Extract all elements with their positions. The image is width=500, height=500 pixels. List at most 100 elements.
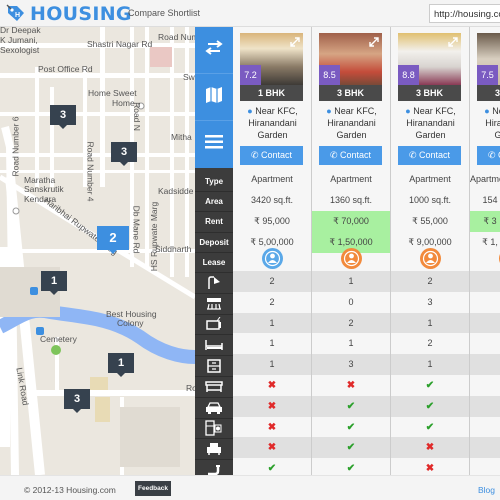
rating-badge: 8.8 bbox=[398, 65, 419, 86]
sofa-icon bbox=[195, 377, 233, 398]
listing-location[interactable]: ● Near KFC, Hiranandani Garden bbox=[472, 105, 500, 141]
menu-button[interactable] bbox=[195, 121, 233, 168]
phone-icon: ✆ bbox=[329, 150, 338, 160]
listing-photo[interactable]: 8.8 3 BHK bbox=[398, 33, 461, 101]
swap-icon bbox=[204, 39, 224, 61]
map-label: Sexologist bbox=[0, 45, 40, 55]
contact-button[interactable]: ✆ Contact bbox=[240, 146, 303, 165]
map-view[interactable]: Dr Deepak K Jumani, Sexologist Shastri N… bbox=[0, 27, 195, 475]
chair-icon bbox=[195, 439, 233, 461]
amenity-count: 1 bbox=[233, 333, 311, 355]
check-icon: ✔ bbox=[346, 442, 356, 454]
rent-value: ₹ 3 bbox=[470, 211, 500, 232]
compare-sidebar: Type Area Rent Deposit Lease bbox=[195, 27, 233, 481]
menu-icon bbox=[205, 135, 223, 154]
map-label: HS Rupwate Marg bbox=[149, 201, 160, 272]
listing-photo[interactable]: 7.2 1 BHK bbox=[240, 33, 303, 101]
amenity-count: 2 bbox=[391, 271, 469, 292]
check-icon: ✔ bbox=[346, 400, 356, 412]
map-marker[interactable]: 1 bbox=[41, 271, 67, 295]
contact-label: Contact bbox=[419, 150, 451, 160]
housing-logo[interactable]: H HOUSING bbox=[6, 3, 132, 25]
map-label: Colony bbox=[117, 318, 144, 328]
map-marker[interactable]: 3 bbox=[64, 389, 90, 413]
rating-badge: 8.5 bbox=[319, 65, 340, 86]
contact-button[interactable]: ✆ Contact bbox=[477, 146, 500, 165]
area-value: 1360 sq.ft. bbox=[329, 195, 373, 205]
listing-photo[interactable]: 8.5 3 BHK bbox=[319, 33, 382, 101]
map-label: Sanskrutik bbox=[24, 184, 64, 194]
location-pin-icon: ● bbox=[405, 106, 411, 116]
air-conditioner-icon bbox=[195, 294, 233, 315]
location-pin-icon: ● bbox=[326, 106, 332, 116]
amenity-count bbox=[470, 271, 500, 292]
feature-availability: ✖ bbox=[233, 416, 311, 438]
map-marker[interactable]: 1 bbox=[108, 353, 134, 377]
map-marker-active[interactable]: 2 bbox=[97, 226, 129, 254]
amenity-count: 1 bbox=[233, 312, 311, 334]
map-marker[interactable]: 3 bbox=[111, 142, 137, 166]
amenity-count: 1 bbox=[312, 333, 390, 355]
amenity-count bbox=[470, 312, 500, 334]
amenity-count bbox=[470, 291, 500, 313]
location-text: Near KFC, Hiranandani Garden bbox=[327, 106, 377, 140]
car-parking-icon bbox=[195, 398, 233, 419]
amenity-count: 0 bbox=[312, 291, 390, 313]
row-label-rent: Rent bbox=[195, 212, 233, 233]
blog-link[interactable]: Blog bbox=[478, 485, 495, 495]
location-text: Near KFC, Hiranandani Garden bbox=[248, 106, 298, 140]
map-label: Post Office Rd bbox=[38, 64, 93, 74]
bhk-label: 3 BHK bbox=[398, 85, 461, 101]
map-label: Road Number 4 bbox=[85, 141, 96, 202]
type-value: Apartment bbox=[330, 174, 372, 184]
compare-columns: 7.2 1 BHK ● Near KFC, Hiranandani Garden ✆ … bbox=[233, 27, 500, 479]
compare-shortlist-link[interactable]: Compare Shortlist bbox=[128, 8, 200, 18]
map-label: Dr Deepak bbox=[0, 27, 41, 35]
map-label: Road Num bbox=[158, 32, 195, 42]
map-label: Road Number 6 bbox=[10, 116, 21, 177]
phone-icon: ✆ bbox=[250, 150, 259, 160]
amenity-count: 1 bbox=[391, 312, 469, 334]
location-pin-icon: ● bbox=[484, 106, 490, 116]
bhk-label: 1 BHK bbox=[240, 85, 303, 101]
contact-label: Contact bbox=[261, 150, 293, 160]
map-label: Cemetery bbox=[40, 334, 77, 344]
listing-location[interactable]: ● Near KFC, Hiranandani Garden bbox=[314, 105, 389, 141]
top-header: H HOUSING Compare Shortlist http://housi… bbox=[0, 0, 500, 27]
listing-location[interactable]: ● Near KFC, Hiranandani Garden bbox=[235, 105, 310, 141]
feedback-button[interactable]: Feedback bbox=[135, 481, 171, 496]
expand-icon[interactable] bbox=[289, 35, 301, 47]
cross-icon: ✖ bbox=[425, 463, 435, 475]
rent-value: ₹ 70,000 bbox=[312, 211, 390, 232]
shower-icon bbox=[195, 273, 233, 294]
listing-column: 7.2 1 BHK ● Near KFC, Hiranandani Garden ✆ … bbox=[233, 27, 312, 479]
check-icon: ✔ bbox=[346, 463, 356, 475]
cross-icon: ✖ bbox=[425, 442, 435, 454]
rent-value: ₹ 55,000 bbox=[412, 216, 448, 226]
map-label: K Jumani, bbox=[0, 35, 38, 45]
feature-availability: ✖ bbox=[233, 395, 311, 417]
url-field[interactable]: http://housing.com bbox=[429, 4, 500, 23]
map-label: Road N bbox=[131, 102, 142, 131]
expand-icon[interactable] bbox=[368, 35, 380, 47]
feature-availability: ✖ bbox=[233, 375, 311, 396]
brand-name: HOUSING bbox=[30, 3, 132, 25]
listing-photo[interactable]: 7.53 BHK bbox=[477, 33, 500, 101]
contact-button[interactable]: ✆ Contact bbox=[398, 146, 461, 165]
location-text: Near KFC, Hiranandani Garden bbox=[406, 106, 456, 140]
rating-badge: 7.5 bbox=[477, 65, 498, 86]
map-label: Mitha bbox=[171, 132, 192, 142]
map-button[interactable] bbox=[195, 74, 233, 121]
expand-icon[interactable] bbox=[447, 35, 459, 47]
contact-button[interactable]: ✆ Contact bbox=[319, 146, 382, 165]
cupboard-icon bbox=[195, 356, 233, 377]
row-label-lease: Lease bbox=[195, 253, 233, 273]
map-marker[interactable]: 3 bbox=[50, 105, 76, 129]
feature-availability bbox=[470, 375, 500, 396]
listing-location[interactable]: ● Near KFC, Hiranandani Garden bbox=[393, 105, 468, 141]
swap-button[interactable] bbox=[195, 27, 233, 74]
amenity-count: 2 bbox=[233, 271, 311, 292]
check-icon: ✔ bbox=[346, 421, 356, 433]
map-label: Sw bbox=[183, 72, 195, 82]
amenity-count bbox=[470, 333, 500, 355]
